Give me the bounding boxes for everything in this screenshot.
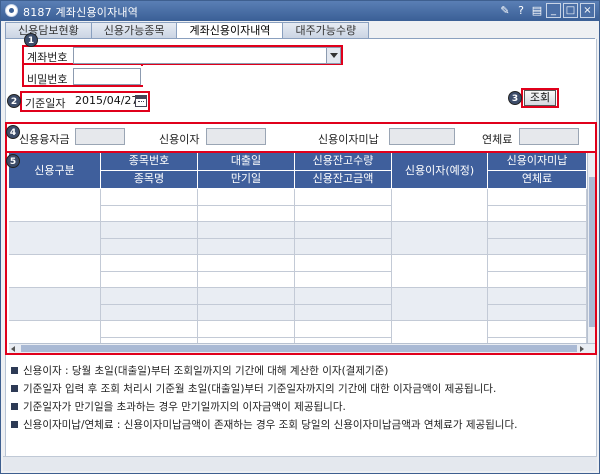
late-fee-value (519, 128, 579, 145)
credit-loan-label: 신용융자금 (19, 133, 70, 146)
menu-icon[interactable]: ▤ (530, 3, 544, 18)
note-item: 신용이자 : 당월 초일(대출일)부터 조회일까지의 기간에 대해 계산한 이자… (11, 361, 591, 379)
account-label: 계좌번호 (27, 51, 68, 64)
tab-credit-collateral[interactable]: 신용담보현황 (5, 22, 92, 39)
late-fee-label: 연체료 (482, 133, 513, 146)
notes-list: 신용이자 : 당월 초일(대출일)부터 조회일까지의 기간에 대해 계산한 이자… (11, 361, 591, 433)
step-badge-1: 1 (24, 33, 38, 47)
bullet-icon (11, 384, 18, 392)
credit-interest-value (206, 128, 266, 145)
bullet-icon (11, 402, 18, 410)
password-field[interactable] (73, 68, 141, 85)
unpaid-interest-value (389, 128, 455, 145)
pin-icon[interactable]: ✎ (498, 3, 512, 18)
tab-credit-available-stocks[interactable]: 신용가능종목 (90, 22, 178, 39)
query-button[interactable]: 조회 (524, 90, 556, 106)
status-bar (3, 456, 597, 471)
chevron-down-icon[interactable] (326, 48, 340, 63)
help-icon[interactable]: ? (514, 3, 528, 18)
step-badge-5: 5 (6, 154, 20, 168)
close-button[interactable]: × (580, 3, 595, 18)
app-icon (5, 4, 18, 17)
calendar-icon[interactable] (135, 95, 147, 107)
step-badge-4: 4 (6, 125, 20, 139)
note-item: 신용이자미납/연체료 : 신용이자미납금액이 존재하는 경우 조회 당일의 신용… (11, 415, 591, 433)
tab-bar: 신용담보현황 신용가능종목 계좌신용이자내역 대주가능수량 (5, 22, 370, 40)
main-window: 8187 계좌신용이자내역 ✎ ? ▤ _ □ × 신용담보현황 신용가능종목 … (0, 0, 600, 474)
bullet-icon (11, 366, 18, 374)
note-item: 기준일자 입력 후 조회 처리시 기준월 초일(대출일)부터 기준일자까지의 기… (11, 379, 591, 397)
note-item: 기준일자가 만기일을 초과하는 경우 만기일까지의 이자금액이 제공됩니다. (11, 397, 591, 415)
unpaid-interest-label: 신용이자미납 (318, 133, 379, 146)
credit-interest-label: 신용이자 (159, 133, 200, 146)
window-controls: ✎ ? ▤ _ □ × (498, 3, 595, 18)
credit-loan-value (75, 128, 125, 145)
step-badge-3: 3 (508, 91, 522, 105)
password-label: 비밀번호 (27, 73, 68, 86)
minimize-button[interactable]: _ (546, 3, 561, 18)
account-select[interactable] (73, 47, 341, 64)
step-badge-2: 2 (7, 94, 21, 108)
window-title: 8187 계좌신용이자내역 (23, 6, 139, 19)
bullet-icon (11, 420, 18, 428)
highlight-grid (5, 151, 597, 355)
date-label: 기준일자 (25, 97, 66, 110)
tab-short-available-qty[interactable]: 대주가능수량 (282, 22, 370, 39)
maximize-button[interactable]: □ (563, 3, 578, 18)
title-bar: 8187 계좌신용이자내역 ✎ ? ▤ _ □ × (1, 1, 599, 21)
